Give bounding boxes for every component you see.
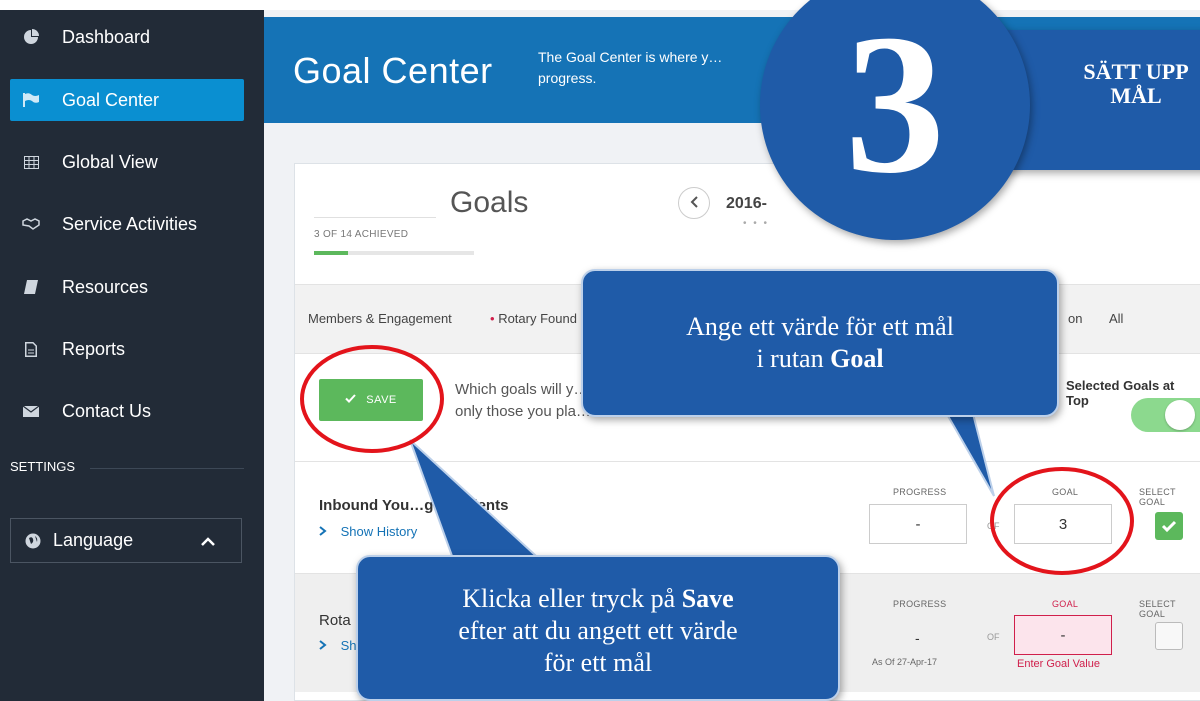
callout-save: Klicka eller tryck på Save efter att du … — [356, 555, 840, 701]
progress-value: - — [869, 504, 967, 544]
achieved-progress-fill — [314, 251, 348, 255]
tab-rotary-foundation[interactable]: • Rotary Found — [490, 311, 577, 326]
tab-all[interactable]: All — [1109, 311, 1123, 326]
callout-text-bold: Goal — [830, 344, 884, 373]
page-description: The Goal Center is where y… progress. — [538, 49, 723, 86]
select-goal-checkbox[interactable] — [1155, 622, 1183, 650]
page-title: Goal Center — [293, 50, 493, 91]
handshake-icon — [22, 215, 40, 233]
goal-column-label: GOAL — [1052, 599, 1079, 609]
chevron-right-icon — [319, 524, 327, 539]
callout-text: för ett mål — [543, 648, 653, 677]
tab-partial[interactable]: on — [1068, 311, 1082, 326]
sidebar-item-label: Reports — [62, 338, 126, 359]
check-icon — [1161, 520, 1177, 533]
show-history-link[interactable]: Sh — [319, 638, 357, 653]
achieved-count: 3 OF 14 ACHIEVED — [314, 229, 409, 240]
sidebar-item-label: Resources — [62, 276, 149, 297]
divider — [314, 217, 436, 218]
sidebar-item-goal-center[interactable]: Goal Center — [10, 79, 244, 121]
pie-chart-icon — [22, 28, 40, 46]
step-number: 3 — [845, 0, 945, 215]
enter-goal-error: Enter Goal Value — [1017, 658, 1100, 670]
divider — [90, 468, 244, 469]
progress-value: - — [915, 630, 920, 646]
of-label: OF — [987, 632, 1000, 642]
show-history-label: Sh — [340, 638, 357, 653]
grid-icon — [22, 153, 40, 171]
step-title-line: MÅL — [1110, 83, 1162, 108]
step-title-line: SÄTT UPP — [1083, 59, 1189, 84]
callout-text: Klicka eller tryck på Save — [358, 583, 838, 615]
sidebar-item-service-activities[interactable]: Service Activities — [0, 203, 264, 245]
sidebar-item-label: Goal Center — [62, 89, 160, 110]
previous-period-button[interactable] — [678, 187, 710, 219]
chevron-up-icon — [201, 530, 215, 551]
chevron-right-icon — [319, 638, 327, 653]
sidebar-item-label: Global View — [62, 151, 158, 172]
flag-icon — [22, 91, 40, 109]
language-selector[interactable]: Language — [10, 518, 242, 563]
goal-input[interactable]: - — [1014, 615, 1112, 655]
as-of-date: As Of 27-Apr-17 — [872, 657, 938, 667]
step-title: SÄTT UPP MÅL — [1036, 60, 1200, 108]
goal-name: Rota — [319, 612, 351, 629]
callout-text: Ange ett värde för ett mål — [686, 312, 954, 341]
globe-icon — [25, 533, 43, 549]
language-label: Language — [53, 530, 134, 550]
sidebar-item-dashboard[interactable]: Dashboard — [0, 16, 264, 58]
callout-text: efter att du angett ett värde — [458, 616, 738, 645]
highlight-circle-goal — [990, 467, 1134, 575]
toggle-knob[interactable] — [1165, 400, 1195, 430]
progress-column-label: PROGRESS — [893, 599, 947, 609]
sidebar-item-label: Contact Us — [62, 400, 152, 421]
tab-label: Rotary Found — [498, 311, 577, 326]
highlight-circle-save — [300, 345, 444, 453]
callout-text: i rutan Goal — [583, 343, 1057, 375]
book-icon — [22, 278, 40, 296]
select-goal-column-label: SELECT GOAL — [1139, 487, 1176, 507]
select-goal-column-label: SELECT GOAL — [1139, 599, 1176, 619]
select-goal-checkbox[interactable] — [1155, 512, 1183, 540]
callout-text-bold: Save — [681, 584, 734, 613]
envelope-icon — [22, 402, 40, 420]
tab-members-engagement[interactable]: Members & Engagement — [308, 311, 452, 326]
sidebar-item-resources[interactable]: Resources — [0, 266, 264, 308]
sidebar-item-label: Service Activities — [62, 213, 198, 234]
active-dot-icon: • — [490, 311, 495, 326]
callout-goal: Ange ett värde för ett mål i rutan Goal — [581, 269, 1059, 417]
sidebar-item-reports[interactable]: Reports — [0, 328, 264, 370]
sidebar-item-label: Dashboard — [62, 26, 151, 47]
sidebar: Dashboard Goal Center Global View Servic… — [0, 10, 264, 701]
goals-title: Goals — [450, 186, 529, 219]
sidebar-item-contact-us[interactable]: Contact Us — [0, 390, 264, 432]
chevron-left-icon — [690, 195, 698, 211]
settings-section-label: SETTINGS — [10, 459, 76, 474]
callout-text-part: i rutan — [756, 344, 831, 373]
document-icon — [22, 340, 40, 358]
sidebar-item-global-view[interactable]: Global View — [0, 141, 264, 183]
callout-text-part: Klicka eller tryck på — [462, 584, 682, 613]
